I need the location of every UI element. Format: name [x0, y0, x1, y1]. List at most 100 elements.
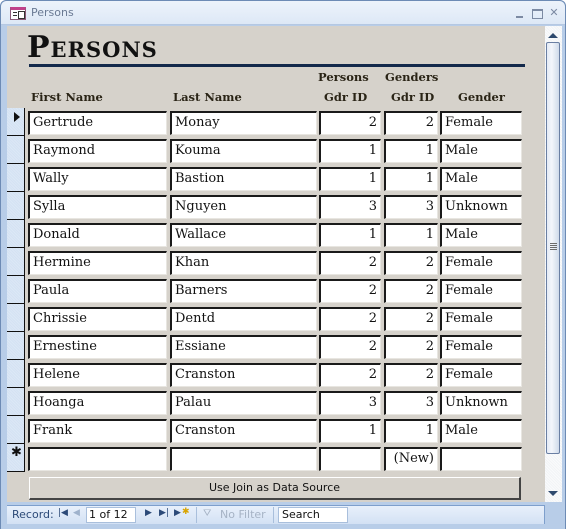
- vertical-scrollbar[interactable]: [545, 26, 562, 502]
- first-name-field[interactable]: [28, 447, 167, 471]
- persons-gdr-id-field[interactable]: 2: [319, 307, 381, 331]
- gender-field[interactable]: Male: [440, 139, 522, 163]
- persons-gdr-id-field[interactable]: 3: [319, 391, 381, 415]
- persons-gdr-id-field[interactable]: [319, 447, 381, 471]
- persons-gdr-id-field[interactable]: 1: [319, 139, 381, 163]
- current-record-field[interactable]: 1 of 12: [86, 507, 136, 523]
- persons-gdr-id-field[interactable]: 1: [319, 419, 381, 443]
- window-bottom-edge: [1, 524, 565, 529]
- last-name-field[interactable]: Wallace: [170, 223, 317, 247]
- record-selector[interactable]: [7, 276, 25, 304]
- last-name-field[interactable]: Bastion: [170, 167, 317, 191]
- record-selector[interactable]: [7, 164, 25, 192]
- genders-gdr-id-field[interactable]: 3: [384, 195, 438, 219]
- persons-gdr-id-field[interactable]: 2: [319, 251, 381, 275]
- no-filter-button[interactable]: No Filter: [220, 508, 266, 521]
- scrollbar-thumb[interactable]: [546, 42, 560, 454]
- record-selector[interactable]: [7, 108, 25, 136]
- gender-field[interactable]: Female: [440, 111, 522, 135]
- first-name-field[interactable]: Paula: [28, 279, 167, 303]
- gender-field[interactable]: [440, 447, 522, 471]
- scroll-up-arrow-icon[interactable]: [548, 33, 558, 38]
- record-selector[interactable]: [7, 304, 25, 332]
- last-name-field[interactable]: Khan: [170, 251, 317, 275]
- genders-gdr-id-field[interactable]: 2: [384, 251, 438, 275]
- first-name-field[interactable]: Ernestine: [28, 335, 167, 359]
- genders-gdr-id-field[interactable]: 2: [384, 307, 438, 331]
- gender-field[interactable]: Male: [440, 223, 522, 247]
- gender-field[interactable]: Unknown: [440, 391, 522, 415]
- genders-gdr-id-field[interactable]: 1: [384, 139, 438, 163]
- new-record-star-icon: ✱: [182, 507, 190, 517]
- last-name-field[interactable]: Essiane: [170, 335, 317, 359]
- next-record-icon[interactable]: ▶: [145, 508, 152, 518]
- first-name-field[interactable]: Helene: [28, 363, 167, 387]
- first-name-field[interactable]: Hermine: [28, 251, 167, 275]
- genders-gdr-id-field[interactable]: 1: [384, 167, 438, 191]
- last-name-field[interactable]: Barners: [170, 279, 317, 303]
- gender-field[interactable]: Female: [440, 279, 522, 303]
- first-name-field[interactable]: Chrissie: [28, 307, 167, 331]
- first-name-field[interactable]: Gertrude: [28, 111, 167, 135]
- genders-gdr-id-field[interactable]: 2: [384, 363, 438, 387]
- last-name-field[interactable]: Cranston: [170, 363, 317, 387]
- genders-gdr-id-field[interactable]: 2: [384, 335, 438, 359]
- gender-field[interactable]: Male: [440, 167, 522, 191]
- search-input[interactable]: Search: [278, 507, 348, 523]
- first-name-field[interactable]: Donald: [28, 223, 167, 247]
- record-selector[interactable]: [7, 332, 25, 360]
- record-selector[interactable]: [7, 136, 25, 164]
- header-persons-gdr-id-line1: Persons: [318, 70, 369, 84]
- gender-field[interactable]: Female: [440, 335, 522, 359]
- record-selector[interactable]: [7, 192, 25, 220]
- genders-gdr-id-field[interactable]: 1: [384, 419, 438, 443]
- persons-gdr-id-field[interactable]: 2: [319, 363, 381, 387]
- scroll-down-arrow-icon[interactable]: [548, 491, 558, 496]
- header-last-name: Last Name: [173, 90, 242, 104]
- last-record-icon[interactable]: ▶|: [159, 508, 169, 518]
- genders-gdr-id-field[interactable]: 2: [384, 279, 438, 303]
- last-name-field[interactable]: Dentd: [170, 307, 317, 331]
- record-selector[interactable]: [7, 388, 25, 416]
- new-record-icon[interactable]: ▶: [174, 508, 181, 518]
- last-name-field[interactable]: Palau: [170, 391, 317, 415]
- genders-gdr-id-field[interactable]: 1: [384, 223, 438, 247]
- gender-field[interactable]: Male: [440, 419, 522, 443]
- first-name-field[interactable]: Hoanga: [28, 391, 167, 415]
- last-name-field[interactable]: Nguyen: [170, 195, 317, 219]
- close-button[interactable]: ✕: [547, 6, 561, 20]
- gender-field[interactable]: Female: [440, 307, 522, 331]
- last-name-field[interactable]: Kouma: [170, 139, 317, 163]
- persons-gdr-id-field[interactable]: 2: [319, 111, 381, 135]
- genders-gdr-id-field[interactable]: 2: [384, 111, 438, 135]
- last-name-field[interactable]: Monay: [170, 111, 317, 135]
- first-name-field[interactable]: Wally: [28, 167, 167, 191]
- use-join-as-data-source-button[interactable]: Use Join as Data Source: [29, 477, 521, 500]
- genders-gdr-id-field[interactable]: 3: [384, 391, 438, 415]
- persons-gdr-id-field[interactable]: 2: [319, 279, 381, 303]
- record-selector[interactable]: [7, 416, 25, 444]
- maximize-button[interactable]: [530, 6, 544, 20]
- first-record-icon[interactable]: |◀: [58, 508, 68, 518]
- gender-field[interactable]: Female: [440, 363, 522, 387]
- record-selector[interactable]: [7, 220, 25, 248]
- first-name-field[interactable]: Sylla: [28, 195, 167, 219]
- record-label: Record:: [12, 508, 54, 521]
- gender-field[interactable]: Female: [440, 251, 522, 275]
- record-selector[interactable]: [7, 360, 25, 388]
- first-name-field[interactable]: Raymond: [28, 139, 167, 163]
- persons-gdr-id-field[interactable]: 2: [319, 335, 381, 359]
- gender-field[interactable]: Unknown: [440, 195, 522, 219]
- new-record-selector[interactable]: ✱: [7, 444, 25, 472]
- genders-gdr-id-field[interactable]: (New): [384, 447, 438, 471]
- first-name-field[interactable]: Frank: [28, 419, 167, 443]
- persons-gdr-id-field[interactable]: 1: [319, 167, 381, 191]
- record-selector[interactable]: [7, 248, 25, 276]
- previous-record-icon[interactable]: ◀: [73, 508, 80, 518]
- persons-gdr-id-field[interactable]: 3: [319, 195, 381, 219]
- last-name-field[interactable]: Cranston: [170, 419, 317, 443]
- persons-gdr-id-field[interactable]: 1: [319, 223, 381, 247]
- nav-separator: [196, 507, 197, 523]
- minimize-button[interactable]: [513, 6, 527, 20]
- last-name-field[interactable]: [170, 447, 317, 471]
